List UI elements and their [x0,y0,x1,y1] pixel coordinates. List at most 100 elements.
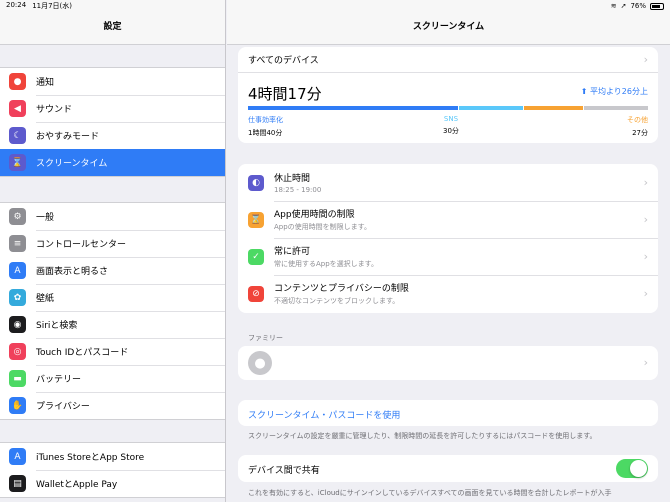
sidebar-item-label: iTunes StoreとApp Store [36,453,145,463]
sidebar-item[interactable]: ◎ Touch IDとパスコード [0,338,225,365]
all-devices-label: すべてのデバイス [248,56,319,66]
option-text: App使用時間の制限 Appの使用時間を制限します。 [274,207,371,232]
option-row[interactable]: ⊘ コンテンツとプライバシーの制限 不適切なコンテンツをブロックします。 › [238,275,658,312]
sidebar-item[interactable]: ⌛ スクリーンタイム [0,149,225,176]
option-row[interactable]: ✓ 常に許可常に使用するAppを選択します。 › [238,238,658,275]
sidebar-item-label: 壁紙 [36,294,55,304]
app-store-icon: A [9,448,26,465]
avatar: ● [248,351,272,375]
arrow-up-circle-icon: ⬆ [580,87,588,96]
option-subtitle: 18:25 - 19:00 [274,186,322,194]
sidebar-group: ● 通知 ◀ サウンド ☾ おやすみモード ⌛ スクリーンタイム [0,67,225,177]
option-text: コンテンツとプライバシーの制限 不適切なコンテンツをブロックします。 [274,281,409,306]
use-passcode-link[interactable]: スクリーンタイム・パスコードを使用 [248,408,400,421]
hourglass-icon: ⌛ [9,154,26,171]
chevron-right-icon: › [643,176,648,189]
sidebar-group: ⚙ 一般 ≡ コントロールセンター A 画面表示と明るさ ✿ 壁紙 ◉ Siriと検索 ◎ Touch… [0,202,225,420]
category-name: その他 [627,116,648,124]
category-other: その他 27分 [627,115,648,138]
chevron-right-icon: › [643,250,648,263]
sidebar-item[interactable]: ⚙ 一般 [0,203,225,230]
usage-segment-rest [584,106,648,110]
category-productivity: 仕事効率化 1時間40分 [248,115,283,138]
sidebar-item[interactable]: AiTunes StoreとApp Store [0,443,225,470]
sidebar-item[interactable]: ◀ サウンド [0,95,225,122]
sidebar-item[interactable]: ≡ コントロールセンター [0,230,225,257]
sidebar-item-label: サウンド [36,105,73,115]
option-subtitle: 常に使用するAppを選択します。 [274,260,378,268]
sidebar-item[interactable]: ✋ プライバシー [0,392,225,419]
wallet-icon: ▤ [9,475,26,492]
sidebar-item-label: おやすみモード [36,132,100,142]
usage-card: すべてのデバイス › 4時間17分 ⬆ 平均より26分上 仕事効率化 1時間40… [238,47,658,143]
main-pane: スクリーンタイム すべてのデバイス › 4時間17分 ⬆ 平均より26分上 仕事… [227,0,670,502]
sidebar-item-label: スクリーンタイム [36,159,108,169]
sidebar-item-label: WalletとApple Pay [36,480,118,490]
sidebar-item[interactable]: A 画面表示と明るさ [0,257,225,284]
option-subtitle: 不適切なコンテンツをブロックします。 [274,297,400,305]
wifi-icon: ≋ [610,2,617,10]
hand-icon: ✋ [9,397,26,414]
category-time: 1時間40分 [248,129,283,137]
sidebar-item-label: 画面表示と明るさ [36,267,109,277]
share-toggle[interactable] [616,459,648,478]
option-row[interactable]: ⌛ App使用時間の制限 Appの使用時間を制限します。 › [238,201,658,238]
usage-segment-other [523,106,584,110]
downtime-icon: ◐ [248,174,264,191]
family-card[interactable]: ● › [238,346,658,380]
sidebar-item[interactable]: ▤ WalletとApple Pay [0,470,225,497]
sidebar-item-label: 通知 [36,78,55,88]
gear-icon: ⚙ [9,208,26,225]
text-size-icon: A [9,262,26,279]
sidebar-item-label: バッテリー [36,375,82,385]
category-time: 30分 [443,127,459,135]
option-text: 休止時間 18:25 - 19:00 [274,171,321,194]
all-devices-row[interactable]: すべてのデバイス › [238,47,658,73]
chevron-right-icon: › [643,213,648,226]
flower-icon: ✿ [9,289,26,306]
usage-segment-sns [459,106,523,110]
total-usage: 4時間17分 [248,85,322,103]
moon-icon: ☾ [9,127,26,144]
usage-bar [248,106,648,110]
option-title: 常に許可 [274,247,311,257]
share-label: デバイス間で共有 [248,466,320,476]
chevron-right-icon: › [643,356,648,369]
family-section-label: ファミリー [248,334,283,342]
checkmark-icon: ✓ [248,248,264,265]
chevron-right-icon: › [643,287,648,300]
fingerprint-icon: ◎ [9,343,26,360]
usage-segment-productivity [248,106,459,110]
options-card: ◐ 休止時間 18:25 - 19:00 › ⌛ App使用時間の制限 Appの使用時間を制… [238,164,658,313]
battery-icon [650,2,664,10]
restriction-icon: ⊘ [248,285,264,302]
passcode-card[interactable]: スクリーンタイム・パスコードを使用 [238,400,658,426]
sidebar-item-label: 一般 [36,213,55,223]
sidebar-item-label: Touch IDとパスコード [36,348,129,358]
average-comparison: ⬆ 平均より26分上 [581,86,648,97]
sidebar-item-label: プライバシー [36,402,90,412]
battery-percent: 76% [630,2,646,10]
sidebar-item-label: Siriと検索 [36,321,78,331]
option-title: App使用時間の制限 [274,210,355,220]
average-label: 平均より26分上 [589,87,648,96]
sidebar-item[interactable]: ◉ Siriと検索 [0,311,225,338]
category-time: 27分 [632,129,648,137]
status-date: 11月7日(水) [32,2,73,10]
sidebar: 設定 ● 通知 ◀ サウンド ☾ おやすみモード ⌛ スクリーンタイム ⚙ 一般 ≡ コントロールセン… [0,0,226,502]
category-sns: SNS 30分 [443,115,459,136]
option-row[interactable]: ◐ 休止時間 18:25 - 19:00 › [238,164,658,201]
switches-icon: ≡ [9,235,26,252]
sidebar-item[interactable]: ☾ おやすみモード [0,122,225,149]
category-name: 仕事効率化 [248,116,283,124]
location-icon: ➚ [620,2,627,10]
siri-icon: ◉ [9,316,26,333]
battery-icon: ▬ [9,370,26,387]
sidebar-item[interactable]: ● 通知 [0,68,225,95]
option-subtitle: Appの使用時間を制限します。 [274,223,371,231]
sidebar-item[interactable]: ✿ 壁紙 [0,284,225,311]
option-title: コンテンツとプライバシーの制限 [274,284,409,294]
notification-icon: ● [9,73,26,90]
sidebar-item[interactable]: ▬ バッテリー [0,365,225,392]
sidebar-group: AiTunes StoreとApp Store ▤ WalletとApple Pay [0,442,225,498]
